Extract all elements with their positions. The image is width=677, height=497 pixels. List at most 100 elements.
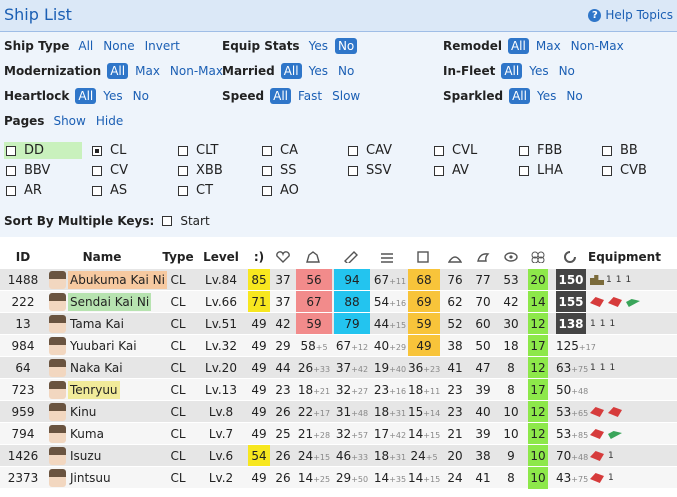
equipment-slot[interactable]: 1 xyxy=(590,275,612,285)
checkbox[interactable] xyxy=(348,145,358,156)
table-row[interactable]: 2373 CL Lv.2 49 26 14+25 29+50 14+35 14+15 24 41 8 1… xyxy=(0,466,677,489)
accuracy-icon[interactable] xyxy=(563,251,577,263)
ship-name[interactable]: Sendai Kai Ni xyxy=(68,293,152,311)
header-morale[interactable]: :) xyxy=(248,250,270,264)
ship-type-invert[interactable]: Invert xyxy=(142,38,183,54)
help-topics-link[interactable]: ? Help Topics xyxy=(588,8,673,22)
heartlock-yes[interactable]: Yes xyxy=(100,88,125,104)
checkbox[interactable] xyxy=(348,165,358,176)
ship-type-cav[interactable]: CAV xyxy=(346,142,392,159)
ship-type-ar[interactable]: AR xyxy=(4,182,42,199)
modernization-non-max[interactable]: Non-Max xyxy=(167,63,226,79)
header-equipment[interactable]: Equipment xyxy=(588,250,661,264)
equipment-slot[interactable] xyxy=(590,451,604,461)
table-row[interactable]: 13 CL Lv.51 49 42 59 79 44+15 59 52 60 30 12 138 Tama … xyxy=(0,312,677,335)
header-level[interactable]: Level xyxy=(198,250,244,264)
ship-type-xbb[interactable]: XBB xyxy=(176,162,223,179)
speed-slow[interactable]: Slow xyxy=(329,88,363,104)
ship-name[interactable]: Yuubari Kai xyxy=(68,337,139,355)
ship-name[interactable]: Tama Kai xyxy=(68,315,126,333)
in-fleet-all[interactable]: All xyxy=(501,63,523,79)
checkbox[interactable] xyxy=(262,185,272,196)
ship-type-ao[interactable]: AO xyxy=(260,182,299,199)
table-row[interactable]: 959 CL Lv.8 49 26 22+17 31+48 18+31 15+14 23 40 10 1… xyxy=(0,400,677,423)
modernization-all[interactable]: All xyxy=(107,63,129,79)
equipment-slot[interactable]: 1 xyxy=(608,451,614,461)
ship-type-clt[interactable]: CLT xyxy=(176,142,218,159)
remodel-max[interactable]: Max xyxy=(533,38,564,54)
equipment-slot[interactable]: 1 xyxy=(600,319,606,329)
checkbox[interactable] xyxy=(178,165,188,176)
header-name[interactable]: Name xyxy=(48,250,156,264)
ship-type-ct[interactable]: CT xyxy=(176,182,213,199)
equipment-slot[interactable] xyxy=(608,297,622,307)
checkbox[interactable] xyxy=(262,165,272,176)
remodel-non-max[interactable]: Non-Max xyxy=(568,38,627,54)
ship-type-ssv[interactable]: SSV xyxy=(346,162,391,179)
equipment-slot[interactable] xyxy=(608,429,622,439)
married-all[interactable]: All xyxy=(280,63,302,79)
ship-type-bbv[interactable]: BBV xyxy=(4,162,50,179)
ship-name[interactable]: Naka Kai xyxy=(68,359,125,377)
checkbox[interactable] xyxy=(6,165,16,176)
equipment-slot[interactable] xyxy=(626,297,640,307)
equipment-slot[interactable] xyxy=(590,297,604,307)
table-row[interactable]: 1426 CL Lv.6 54 26 24+15 46+33 18+31 24+5 20 38 9 10… xyxy=(0,444,677,467)
hp-heart-icon[interactable] xyxy=(276,251,290,263)
equipment-slot[interactable] xyxy=(608,407,622,417)
sparkled-yes[interactable]: Yes xyxy=(534,88,559,104)
header-id[interactable]: ID xyxy=(0,250,46,264)
table-row[interactable]: 794 CL Lv.7 49 25 21+28 32+57 17+42 14+15 21 39 10 1… xyxy=(0,422,677,445)
equipment-slot[interactable] xyxy=(590,473,604,483)
checkbox[interactable] xyxy=(262,145,272,156)
equipment-slot[interactable]: 1 xyxy=(616,275,622,285)
checkbox[interactable] xyxy=(519,145,529,156)
ship-type-dd[interactable]: DD xyxy=(4,142,82,159)
table-row[interactable]: 723 CL Lv.13 49 23 18+21 32+27 23+16 18+11 23 39 8 1… xyxy=(0,378,677,401)
ship-type-none[interactable]: None xyxy=(100,38,137,54)
ship-name[interactable]: Tenryuu xyxy=(68,381,120,399)
checkbox[interactable] xyxy=(602,145,612,156)
ship-type-all[interactable]: All xyxy=(75,38,96,54)
ship-type-bb[interactable]: BB xyxy=(600,142,638,159)
ship-type-fbb[interactable]: FBB xyxy=(517,142,562,159)
ship-name[interactable]: Kinu xyxy=(68,403,98,421)
armor-icon[interactable] xyxy=(416,251,430,263)
firepower-icon[interactable] xyxy=(306,251,320,263)
equipment-slot[interactable]: 1 xyxy=(609,363,615,373)
table-row[interactable]: 984 CL Lv.32 49 29 58+5 67+12 40+29 49 38 50 18 17 12… xyxy=(0,334,677,357)
evasion-icon[interactable] xyxy=(476,251,490,263)
married-no[interactable]: No xyxy=(335,63,357,79)
checkbox[interactable] xyxy=(92,145,102,156)
table-row[interactable]: 64 CL Lv.20 49 44 26+33 37+42 19+40 36+23 41 47 8 12… xyxy=(0,356,677,379)
ship-name[interactable]: Kuma xyxy=(68,425,106,443)
checkbox[interactable] xyxy=(6,185,16,196)
asw-icon[interactable] xyxy=(448,251,462,263)
equipment-slot[interactable] xyxy=(590,407,604,417)
speed-all[interactable]: All xyxy=(270,88,291,104)
speed-fast[interactable]: Fast xyxy=(295,88,325,104)
ship-name[interactable]: Isuzu xyxy=(68,447,103,465)
ship-type-cvl[interactable]: CVL xyxy=(432,142,477,159)
checkbox[interactable] xyxy=(6,145,16,156)
checkbox[interactable] xyxy=(434,165,444,176)
checkbox[interactable] xyxy=(178,185,188,196)
checkbox[interactable] xyxy=(602,165,612,176)
equipment-slot[interactable]: 1 xyxy=(625,275,631,285)
heartlock-no[interactable]: No xyxy=(130,88,152,104)
pages-show[interactable]: Show xyxy=(50,113,88,129)
ship-name[interactable]: Abukuma Kai Ni xyxy=(68,271,167,289)
checkbox[interactable] xyxy=(434,145,444,156)
equipment-slot[interactable]: 1 xyxy=(609,319,615,329)
sparkled-no[interactable]: No xyxy=(563,88,585,104)
equip-stats-yes[interactable]: Yes xyxy=(306,38,331,54)
modernization-max[interactable]: Max xyxy=(132,63,163,79)
ship-type-as[interactable]: AS xyxy=(90,182,127,199)
checkbox[interactable] xyxy=(92,185,102,196)
ship-type-ss[interactable]: SS xyxy=(260,162,297,179)
line-of-sight-icon[interactable] xyxy=(504,251,518,263)
table-row[interactable]: 222 CL Lv.66 71 37 67 88 54+16 69 62 70 42 14 155 Send… xyxy=(0,290,677,313)
anti-air-icon[interactable] xyxy=(380,251,394,263)
equipment-slot[interactable]: 1 xyxy=(590,319,596,329)
in-fleet-no[interactable]: No xyxy=(556,63,578,79)
